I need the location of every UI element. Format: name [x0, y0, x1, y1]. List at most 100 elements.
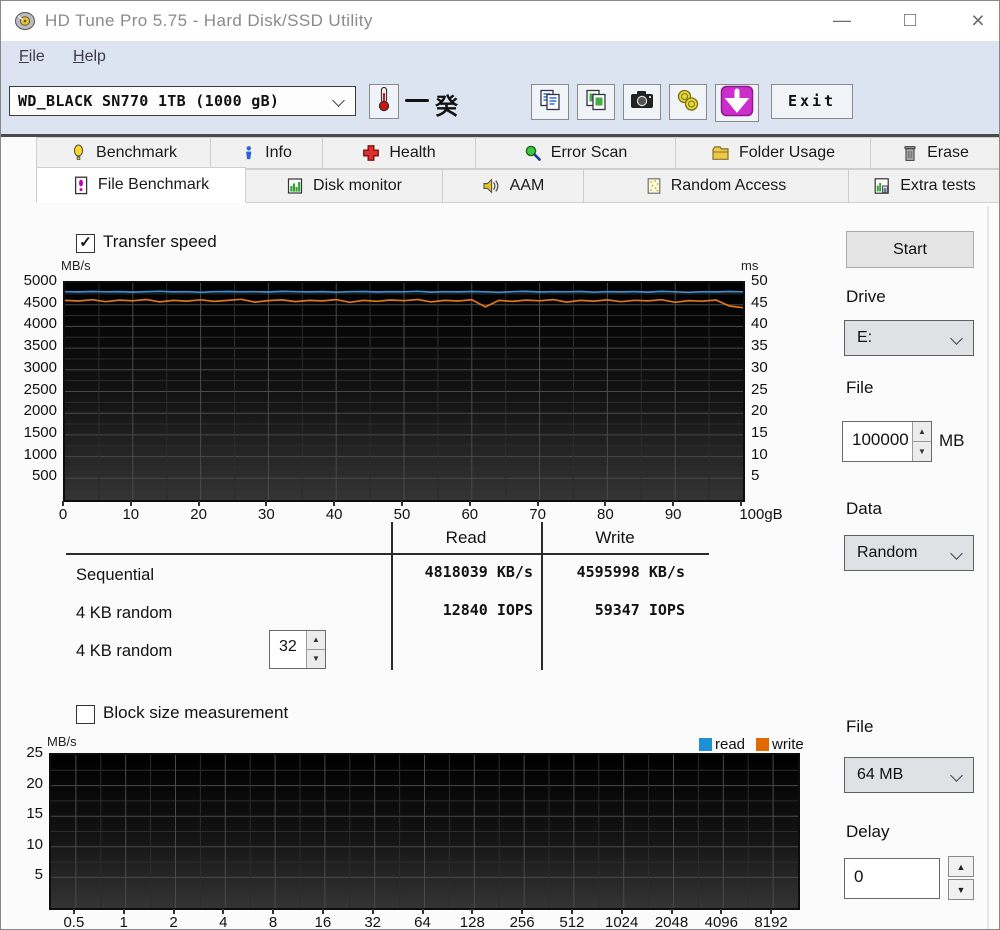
- queue-depth-stepper[interactable]: 32 ▲ ▼: [269, 630, 326, 669]
- delay-input[interactable]: 0: [844, 858, 940, 899]
- y-axis-left-tick: 3500: [23, 337, 57, 355]
- block-size-label: Block size measurement: [103, 703, 289, 722]
- axis-tickmark: [401, 501, 403, 506]
- axis-tickmark: [770, 909, 773, 914]
- axis-tickmark: [197, 501, 200, 506]
- x-axis-tick: 90: [664, 506, 682, 523]
- block-file-label: File: [846, 717, 874, 736]
- transfer-speed-chart: [63, 281, 745, 502]
- tab-label: File Benchmark: [97, 176, 210, 193]
- tab-label: Extra tests: [900, 177, 976, 194]
- queue-depth-down-button[interactable]: ▼: [307, 650, 325, 668]
- x-axis-tick: 8192: [754, 914, 788, 930]
- health-icon: [362, 144, 380, 162]
- tab-benchmark[interactable]: Benchmark: [36, 137, 211, 169]
- tab-file-benchmark[interactable]: File Benchmark: [36, 167, 246, 203]
- tab-label: Error Scan: [550, 144, 628, 161]
- transfer-speed-checkbox[interactable]: ✓: [76, 234, 95, 253]
- tab-folder-usage[interactable]: Folder Usage: [676, 137, 871, 169]
- menu-file[interactable]: File: [13, 41, 51, 75]
- table-row-label: 4 KB random: [76, 604, 173, 622]
- y-axis-right-tick: 45: [751, 293, 768, 311]
- axis-tickmark: [740, 501, 742, 506]
- y-axis-left-tick: 500: [31, 467, 57, 485]
- copy-text-button[interactable]: [531, 84, 569, 120]
- temperature-value: 癸: [435, 94, 458, 120]
- top-chart-right-unit: ms: [741, 258, 759, 273]
- file-size-value: 100000: [852, 430, 909, 449]
- delay-value: 0: [854, 867, 864, 886]
- app-icon: [14, 10, 36, 37]
- transfer-speed-label: Transfer speed: [103, 232, 217, 251]
- file-size-unit: MB: [939, 431, 965, 450]
- write-swatch-icon: [756, 738, 770, 751]
- close-button[interactable]: ×: [961, 1, 995, 41]
- tab-extra-tests[interactable]: Extra tests: [849, 169, 999, 203]
- download-arrow-icon: [720, 85, 754, 122]
- y-axis-right-tick: 35: [751, 337, 768, 355]
- minimize-button[interactable]: —: [825, 1, 859, 41]
- tab-label: Benchmark: [96, 144, 177, 161]
- axis-tickmark: [672, 501, 675, 506]
- tab-label: Info: [265, 144, 292, 161]
- y-axis-left-tick: 5000: [23, 272, 57, 289]
- y-axis-right-tick: 30: [751, 358, 768, 376]
- axis-tickmark: [62, 501, 64, 506]
- save-results-button[interactable]: [669, 84, 707, 120]
- panel-edge: [987, 206, 989, 929]
- axis-tickmark: [604, 501, 607, 506]
- x-axis-tick: 30: [258, 506, 275, 523]
- tab-aam[interactable]: AAM: [443, 169, 584, 203]
- tab-random-access[interactable]: Random Access: [584, 169, 849, 203]
- tab-health[interactable]: Health: [323, 137, 476, 169]
- temperature-button[interactable]: [369, 84, 399, 119]
- y-axis-right-tick: 15: [751, 423, 768, 441]
- delay-down-button[interactable]: ▼: [948, 879, 974, 900]
- delay-up-button[interactable]: ▲: [948, 856, 974, 877]
- device-selector[interactable]: WD_BLACK SN770 1TB (1000 gB): [9, 86, 356, 116]
- x-axis-tick: 20: [190, 506, 207, 523]
- tab-label: AAM: [509, 177, 545, 194]
- x-axis-tick: 10: [122, 506, 140, 523]
- data-label: Data: [846, 499, 882, 518]
- sequential-read-value: 4818039 KB/s: [424, 563, 533, 581]
- screenshot-button[interactable]: [623, 84, 661, 120]
- file-size-up-button[interactable]: ▲: [913, 422, 931, 442]
- tab-error-scan[interactable]: Error Scan: [476, 137, 676, 169]
- download-button[interactable]: [715, 84, 759, 122]
- benchmark-icon: [70, 144, 87, 162]
- axis-tickmark: [129, 501, 132, 506]
- queue-depth-up-button[interactable]: ▲: [307, 631, 325, 650]
- copy-image-button[interactable]: [577, 84, 615, 120]
- tab-erase[interactable]: Erase: [871, 137, 999, 169]
- thermometer-icon: [375, 86, 393, 117]
- axis-tickmark: [321, 909, 324, 914]
- maximize-button[interactable]: □: [893, 1, 927, 41]
- tab-info[interactable]: Info: [211, 137, 323, 169]
- x-axis-tick: 100gB: [739, 506, 783, 523]
- axis-tickmark: [222, 909, 225, 914]
- block-size-checkbox[interactable]: [76, 705, 95, 724]
- axis-tickmark: [468, 501, 471, 506]
- file-size-down-button[interactable]: ▼: [913, 442, 931, 461]
- block-file-select[interactable]: 64 MB: [844, 757, 974, 793]
- temperature-dash: [405, 99, 429, 102]
- erase-icon: [902, 144, 918, 162]
- exit-button[interactable]: Exit: [771, 84, 853, 119]
- menu-help[interactable]: Help: [67, 41, 112, 75]
- random-write-value: 59347 IOPS: [594, 601, 685, 619]
- tab-disk-monitor[interactable]: Disk monitor: [246, 169, 443, 203]
- y-axis-right-tick: 25: [751, 380, 768, 398]
- legend-label: write: [772, 736, 804, 753]
- info-icon: [241, 144, 256, 162]
- table-row-label: 4 KB random: [76, 642, 173, 660]
- y-axis-tick: 15: [26, 805, 43, 823]
- random-read-value: 12840 IOPS: [442, 601, 533, 619]
- data-pattern-select[interactable]: Random: [844, 535, 974, 571]
- drive-select[interactable]: E:: [844, 320, 974, 356]
- start-button[interactable]: Start: [846, 231, 974, 268]
- read-swatch-icon: [699, 738, 712, 751]
- tab-label: Erase: [927, 144, 969, 161]
- file-size-stepper[interactable]: 100000 ▲ ▼: [842, 421, 932, 462]
- axis-tickmark: [521, 909, 524, 914]
